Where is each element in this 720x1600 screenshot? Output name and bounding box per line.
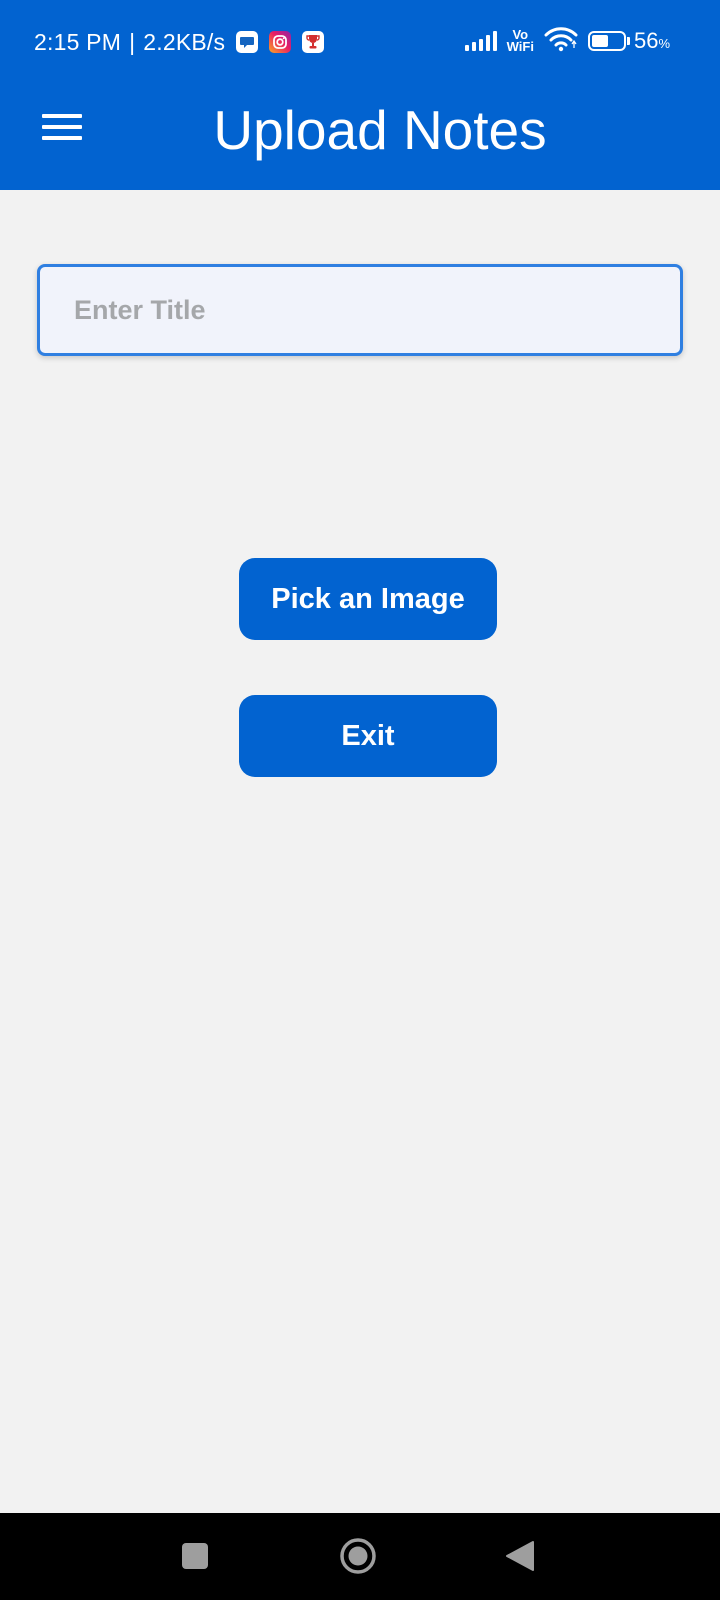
system-nav-bar	[0, 1513, 720, 1600]
status-left: 2:15 PM | 2.2KB/s	[34, 27, 325, 57]
battery-fill	[591, 35, 608, 47]
status-right: Vo WiFi 56%	[464, 25, 670, 57]
title-input[interactable]	[37, 264, 683, 356]
instagram-icon	[269, 31, 292, 53]
status-separator: |	[129, 28, 136, 55]
signal-strength-icon	[464, 31, 497, 51]
network-speed: 2.2KB/s	[143, 28, 226, 55]
page-title: Upload Notes	[213, 99, 547, 161]
exit-button[interactable]: Exit	[239, 695, 497, 777]
wifi-icon	[544, 26, 578, 57]
battery-icon: 56%	[587, 28, 670, 54]
pick-image-button[interactable]: Pick an Image	[239, 558, 497, 640]
battery-cap	[626, 37, 630, 45]
battery-percent-unit: %	[658, 36, 670, 51]
app-bar: 2:15 PM | 2.2KB/s Vo WiFi 56% Upload Not…	[0, 0, 720, 190]
battery-percentage: 56%	[634, 28, 670, 54]
recents-square-icon[interactable]	[170, 1531, 220, 1581]
trophy-icon	[302, 31, 325, 53]
status-time: 2:15 PM	[34, 28, 122, 55]
vowifi-indicator: Vo WiFi	[506, 28, 534, 54]
vowifi-bottom-label: WiFi	[506, 39, 534, 54]
status-bar: 2:15 PM | 2.2KB/s Vo WiFi 56%	[0, 0, 720, 82]
battery-percent-value: 56	[633, 28, 659, 53]
home-circle-icon[interactable]	[333, 1531, 383, 1581]
battery-body	[587, 31, 626, 51]
chat-icon	[236, 31, 259, 53]
back-triangle-icon[interactable]	[495, 1531, 545, 1581]
